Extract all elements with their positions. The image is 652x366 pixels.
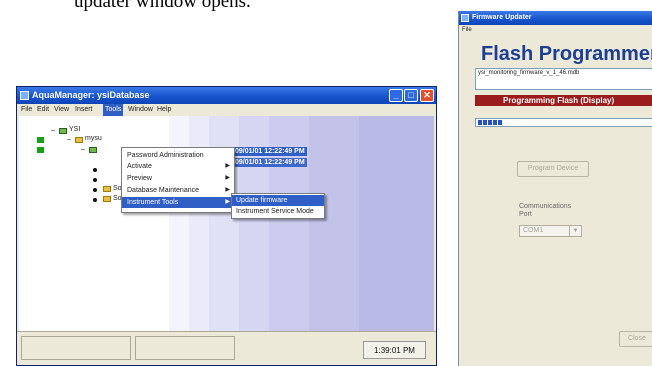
status-green-icon <box>37 137 44 143</box>
menu-window[interactable]: Window <box>128 106 153 113</box>
progress-block <box>478 120 482 125</box>
aqua-status-bar: 1:39:01 PM <box>17 331 436 365</box>
comm-label-line2: Port <box>519 211 532 218</box>
maximize-button[interactable]: □ <box>404 89 418 102</box>
menu-item-label: Preview <box>127 175 152 182</box>
menu-item-label: Password Administration <box>127 152 204 159</box>
bullet-icon <box>93 198 97 202</box>
flash-programmer-heading: Flash Programmer <box>481 43 652 65</box>
aqua-window-title: AquaManager: ysiDatabase <box>32 90 150 100</box>
firmware-file-field[interactable]: ysi_monitoring_firmware_v_1_46.mdb <box>475 68 652 90</box>
caption-text: updater window opens. <box>74 0 251 12</box>
tree-child-label[interactable]: mysu <box>85 135 102 142</box>
menu-file[interactable]: File <box>462 27 472 33</box>
bullet-icon <box>93 168 97 172</box>
status-pane <box>135 336 235 360</box>
tree-expander[interactable]: – <box>67 136 71 143</box>
tree-expander[interactable]: – <box>81 146 85 153</box>
submenu-arrow-icon: ▶ <box>225 175 230 181</box>
fw-menu-bar: File <box>459 25 652 35</box>
status-pane <box>21 336 131 360</box>
menu-tools[interactable]: Tools <box>103 104 124 116</box>
firmware-file-value: ysi_monitoring_firmware_v_1_46.mdb <box>478 70 580 76</box>
status-time: 1:39:01 PM <box>363 341 426 359</box>
close-button[interactable]: Close <box>619 331 652 347</box>
aqua-menu-bar: File Edit View Insert Tools Window Help <box>17 104 436 116</box>
fw-window-title: Firmware Updater <box>472 14 532 21</box>
submenu-arrow-icon: ▶ <box>225 187 230 193</box>
aqua-client-area: – YSI – mysu – 09/01/01 12:22:49 PM 09/0… <box>19 116 434 334</box>
aquamanager-window: AquaManager: ysiDatabase _ □ ✕ File Edit… <box>16 86 437 366</box>
menu-item-password-admin[interactable]: Password Administration <box>122 150 234 161</box>
tools-dropdown-menu: Password Administration Activate ▶ Previe… <box>121 147 235 213</box>
submenu-arrow-icon: ▶ <box>225 199 230 205</box>
chevron-down-icon: ▼ <box>569 226 581 236</box>
progress-block <box>498 120 502 125</box>
bullet-icon <box>93 188 97 192</box>
menu-item-label: Activate <box>127 163 152 170</box>
tree-expander[interactable]: – <box>51 127 55 134</box>
app-icon <box>461 14 469 22</box>
reading-highlight-2[interactable]: 09/01/01 12:22:49 PM <box>233 158 307 167</box>
menu-item-preview[interactable]: Preview ▶ <box>122 173 234 184</box>
menu-edit[interactable]: Edit <box>37 106 49 113</box>
comm-label-line1: Communications <box>519 203 572 210</box>
menu-file[interactable]: File <box>21 106 32 113</box>
progress-block <box>488 120 492 125</box>
programming-status-bar: Programming Flash (Display) <box>475 95 652 106</box>
port-select[interactable]: COM1 ▼ <box>519 225 582 237</box>
progress-block <box>483 120 487 125</box>
menu-item-label: Database Maintenance <box>127 187 199 194</box>
menu-item-database-maintenance[interactable]: Database Maintenance ▶ <box>122 185 234 196</box>
tree-root-icon <box>59 128 67 134</box>
minimize-button[interactable]: _ <box>389 89 403 102</box>
folder-icon <box>75 137 83 143</box>
instrument-tools-submenu: Update firmware Instrument Service Mode <box>231 193 325 219</box>
menu-item-service-mode[interactable]: Instrument Service Mode <box>232 206 324 217</box>
tree-root-label[interactable]: YSI <box>69 126 80 133</box>
sonde-icon <box>103 186 111 192</box>
program-device-button[interactable]: Program Device <box>517 161 589 177</box>
status-green-icon <box>37 147 44 153</box>
menu-insert[interactable]: Insert <box>75 106 93 113</box>
menu-item-update-firmware[interactable]: Update firmware <box>232 195 324 206</box>
port-value: COM1 <box>523 227 544 234</box>
app-icon <box>20 91 29 100</box>
menu-view[interactable]: View <box>54 106 69 113</box>
sonde-icon <box>103 196 111 202</box>
submenu-arrow-icon: ▶ <box>225 163 230 169</box>
menu-help[interactable]: Help <box>157 106 171 113</box>
progress-block <box>493 120 497 125</box>
instrument-icon <box>89 147 97 153</box>
aqua-title-bar[interactable]: AquaManager: ysiDatabase _ □ ✕ <box>17 87 436 104</box>
menu-item-activate[interactable]: Activate ▶ <box>122 161 234 172</box>
fw-title-bar[interactable]: Firmware Updater <box>459 11 652 25</box>
close-button[interactable]: ✕ <box>420 89 434 102</box>
menu-item-instrument-tools[interactable]: Instrument Tools ▶ <box>122 197 234 208</box>
menu-item-label: Instrument Tools <box>127 199 179 206</box>
firmware-updater-window: Firmware Updater File Flash Programmer y… <box>458 11 652 366</box>
reading-highlight-1[interactable]: 09/01/01 12:22:49 PM <box>233 147 307 156</box>
programming-progress-bar <box>475 118 652 127</box>
bullet-icon <box>93 178 97 182</box>
